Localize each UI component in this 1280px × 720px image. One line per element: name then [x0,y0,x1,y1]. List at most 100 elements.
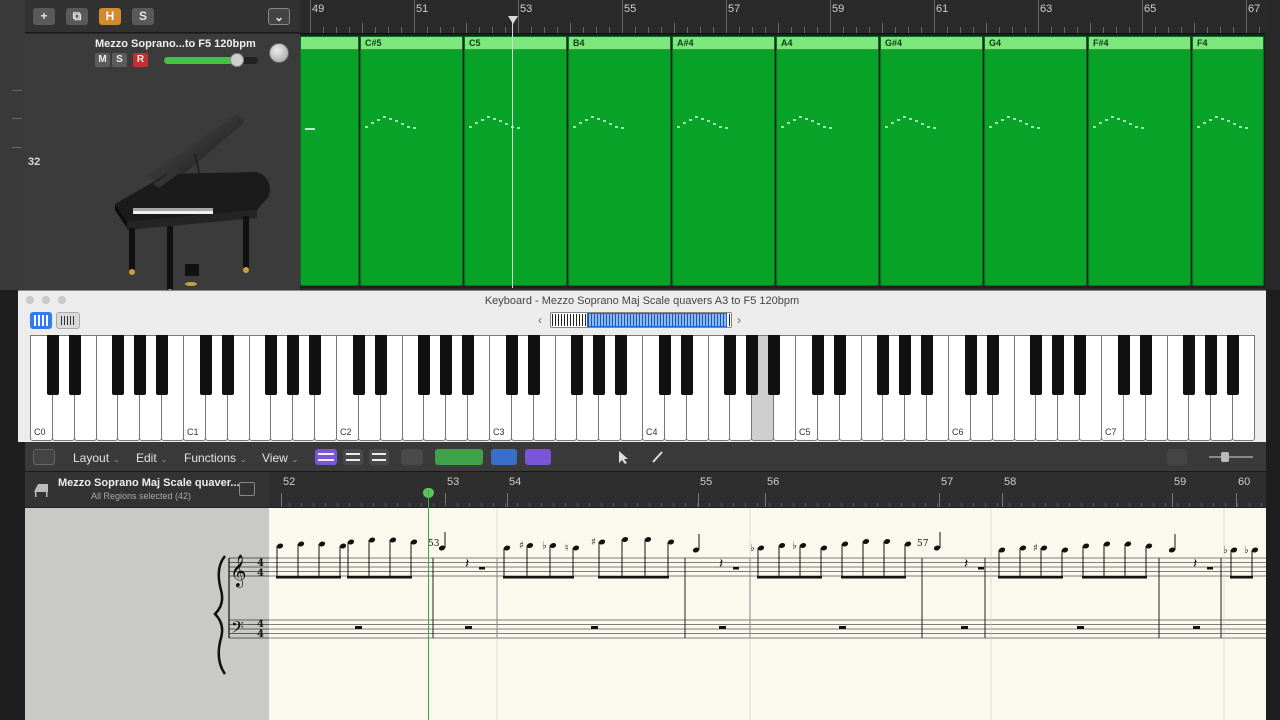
black-key-Csharp7[interactable] [1117,335,1130,395]
record-enable-button[interactable]: R [133,53,148,67]
black-key-Dsharp4[interactable] [680,335,693,395]
pan-knob[interactable] [269,43,289,63]
mute-button[interactable]: M [95,53,110,67]
black-key-Dsharp2[interactable] [374,335,387,395]
solo-lock-button[interactable]: S [132,8,154,25]
black-key-Fsharp3[interactable] [571,335,584,395]
midi-region[interactable]: A#4 [672,36,775,286]
hide-button[interactable]: H [99,8,121,25]
black-key-Gsharp0[interactable] [134,335,147,395]
range-left-arrow-icon[interactable]: ‹ [538,313,542,327]
black-key-Dsharp3[interactable] [527,335,540,395]
duplicate-track-button[interactable]: ⧉ [66,8,88,25]
page-view-icon[interactable] [343,449,363,465]
midi-region[interactable] [300,36,359,286]
pointer-tool-icon[interactable] [613,449,641,465]
volume-slider-thumb[interactable] [230,53,244,67]
black-key-Dsharp6[interactable] [986,335,999,395]
midi-region[interactable]: F#4 [1088,36,1191,286]
black-key-Fsharp6[interactable] [1030,335,1043,395]
midi-region[interactable]: C#5 [360,36,463,286]
midi-region[interactable]: A4 [776,36,879,286]
black-key-Dsharp7[interactable] [1139,335,1152,395]
solo-button[interactable]: S [112,53,127,67]
menu-functions[interactable]: Functions ⌄ [184,451,247,465]
black-key-Fsharp0[interactable] [112,335,125,395]
midi-region[interactable]: B4 [568,36,671,286]
linear-view-icon[interactable] [315,449,337,465]
region-header[interactable]: B4 [569,37,670,50]
black-key-Fsharp2[interactable] [418,335,431,395]
region-header[interactable]: C#5 [361,37,462,50]
black-key-Asharp1[interactable] [309,335,322,395]
piano-keyboard[interactable]: C0 C1 C2 C3 C4 C5 C6 C7 [30,335,1255,441]
black-key-Gsharp5[interactable] [899,335,912,395]
black-key-Gsharp1[interactable] [287,335,300,395]
range-right-arrow-icon[interactable]: › [737,313,741,327]
menu-layout[interactable]: Layout ⌄ [73,451,120,465]
black-key-Fsharp5[interactable] [877,335,890,395]
range-selection[interactable] [587,313,727,327]
midi-in-icon[interactable] [435,449,483,465]
score-region-header[interactable]: Mezzo Soprano Maj Scale quaver... All Re… [25,472,269,508]
pencil-tool-icon[interactable] [649,449,677,465]
black-key-Dsharp1[interactable] [221,335,234,395]
region-header[interactable]: G#4 [881,37,982,50]
black-key-Asharp7[interactable] [1227,335,1240,395]
region-header[interactable]: F4 [1193,37,1263,50]
musical-typing-mode-icon[interactable] [56,312,80,329]
track-name[interactable]: Mezzo Soprano...to F5 120bpm [95,38,256,50]
black-key-Asharp4[interactable] [768,335,781,395]
midi-region[interactable]: F4 [1192,36,1264,286]
black-key-Asharp2[interactable] [462,335,475,395]
timeline-ruler[interactable]: 49 51 53 55 57 59 61 63 65 67 [300,0,1265,34]
add-track-button[interactable]: + [33,8,55,25]
black-key-Csharp5[interactable] [811,335,824,395]
black-key-Csharp6[interactable] [964,335,977,395]
region-lane[interactable]: C#5 C5 B4 A#4 A4 G#4 G4 F#4 F4 [300,34,1265,288]
menu-view[interactable]: View ⌄ [262,451,299,465]
black-key-Asharp5[interactable] [921,335,934,395]
midi-region[interactable]: G4 [984,36,1087,286]
filter-icon[interactable] [491,449,517,465]
menu-edit[interactable]: Edit ⌄ [136,451,167,465]
black-key-Gsharp2[interactable] [440,335,453,395]
black-key-Csharp3[interactable] [505,335,518,395]
black-key-Dsharp5[interactable] [833,335,846,395]
midi-region[interactable]: C5 [464,36,567,286]
score-paper[interactable]: ♯ ♭ ♮ ♯ ♭ ♭ ♯ ♭ ♭ 𝄽 𝄽 𝄽 𝄽 53 57 [269,508,1266,720]
link-icon[interactable] [525,449,551,465]
black-key-Csharp4[interactable] [658,335,671,395]
zoom-slider[interactable] [1197,449,1255,465]
score-ruler[interactable]: 52 53 54 55 56 57 58 59 60 [269,472,1266,508]
black-key-Asharp6[interactable] [1074,335,1087,395]
region-header[interactable]: A#4 [673,37,774,50]
black-key-Csharp2[interactable] [352,335,365,395]
keyboard-mode-icon[interactable] [30,312,52,329]
track-header[interactable] [25,34,300,295]
black-key-Gsharp7[interactable] [1205,335,1218,395]
black-key-Csharp1[interactable] [199,335,212,395]
black-key-Asharp3[interactable] [615,335,628,395]
black-key-Fsharp4[interactable] [724,335,737,395]
black-key-Asharp0[interactable] [156,335,169,395]
region-header[interactable]: A4 [777,37,878,50]
black-key-Gsharp4[interactable] [746,335,759,395]
region-header[interactable]: C5 [465,37,566,50]
vertical-zoom-icon[interactable] [1167,449,1187,465]
print-view-icon[interactable] [369,449,389,465]
region-header[interactable] [301,37,358,50]
region-header[interactable]: G4 [985,37,1086,50]
black-key-Dsharp0[interactable] [68,335,81,395]
catch-playhead-icon[interactable] [33,449,55,465]
region-menu-icon[interactable] [239,482,255,496]
black-key-Gsharp6[interactable] [1052,335,1065,395]
black-key-Fsharp7[interactable] [1183,335,1196,395]
region-header[interactable]: F#4 [1089,37,1190,50]
midi-region[interactable]: G#4 [880,36,983,286]
track-menu-button[interactable]: ⌄ [268,8,290,25]
black-key-Gsharp3[interactable] [593,335,606,395]
black-key-Csharp0[interactable] [46,335,59,395]
automation-icon[interactable] [401,449,423,465]
keyboard-range-navigator[interactable] [550,312,732,328]
